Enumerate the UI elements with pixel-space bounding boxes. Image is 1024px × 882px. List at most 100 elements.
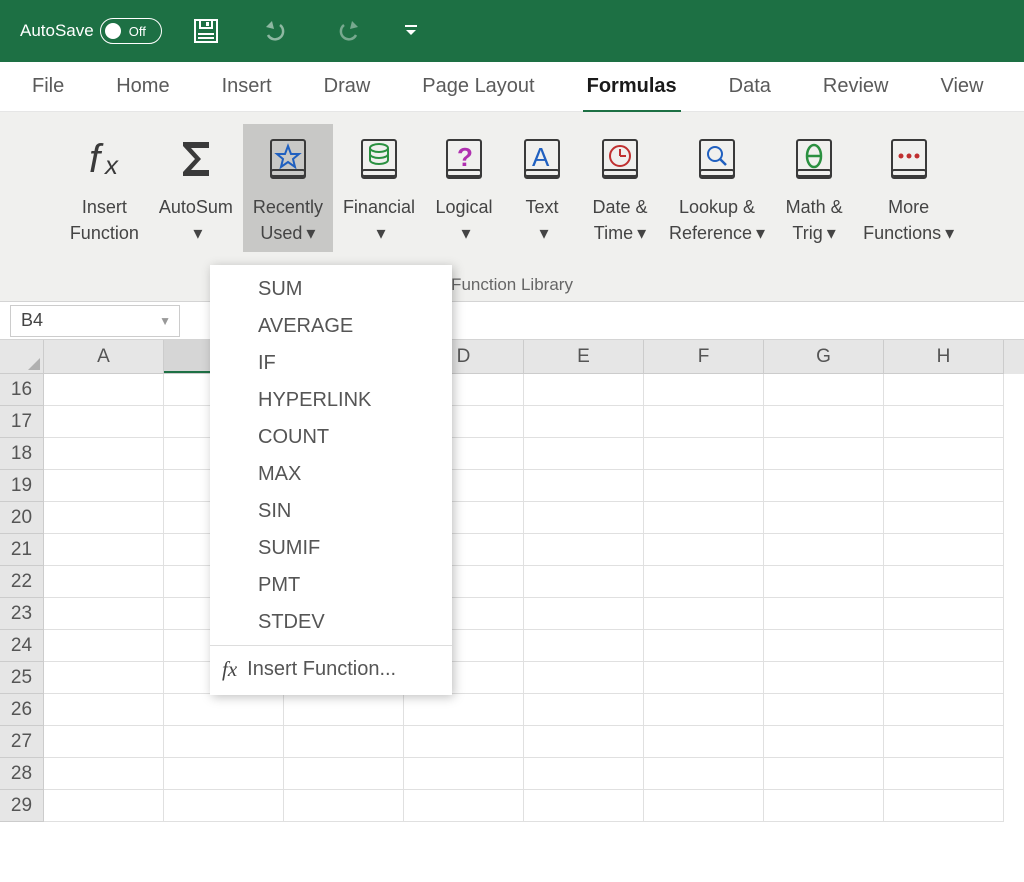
cell[interactable] xyxy=(644,534,764,566)
cell[interactable] xyxy=(884,630,1004,662)
cell[interactable] xyxy=(764,438,884,470)
cell[interactable] xyxy=(44,470,164,502)
cell[interactable] xyxy=(644,790,764,822)
tab-file[interactable]: File xyxy=(28,67,68,106)
cell[interactable] xyxy=(524,534,644,566)
cell[interactable] xyxy=(404,694,524,726)
cell[interactable] xyxy=(44,502,164,534)
row-header[interactable]: 18 xyxy=(0,438,44,470)
cell[interactable] xyxy=(524,438,644,470)
cell[interactable] xyxy=(764,758,884,790)
tab-page-layout[interactable]: Page Layout xyxy=(418,67,538,106)
row-header[interactable]: 28 xyxy=(0,758,44,790)
cell[interactable] xyxy=(44,662,164,694)
cell[interactable] xyxy=(644,470,764,502)
cell[interactable] xyxy=(44,630,164,662)
cell[interactable] xyxy=(44,566,164,598)
cell[interactable] xyxy=(44,374,164,406)
cell[interactable] xyxy=(524,758,644,790)
date-time-button[interactable]: Date &Time▾ xyxy=(581,124,659,252)
cell[interactable] xyxy=(884,726,1004,758)
tab-review[interactable]: Review xyxy=(819,67,893,106)
autosave-toggle[interactable]: AutoSave Off xyxy=(20,18,162,44)
cell[interactable] xyxy=(644,502,764,534)
cell[interactable] xyxy=(884,438,1004,470)
text-button[interactable]: A Text▾ xyxy=(503,124,581,252)
cell[interactable] xyxy=(284,790,404,822)
cell[interactable] xyxy=(764,726,884,758)
row-header[interactable]: 21 xyxy=(0,534,44,566)
row-header[interactable]: 19 xyxy=(0,470,44,502)
cell[interactable] xyxy=(164,694,284,726)
cell[interactable] xyxy=(884,534,1004,566)
cell[interactable] xyxy=(644,694,764,726)
cell[interactable] xyxy=(284,694,404,726)
cell[interactable] xyxy=(44,758,164,790)
cell[interactable] xyxy=(524,470,644,502)
cell[interactable] xyxy=(644,758,764,790)
cell[interactable] xyxy=(524,598,644,630)
column-header[interactable]: E xyxy=(524,340,644,374)
lookup-reference-button[interactable]: Lookup &Reference▾ xyxy=(659,124,775,252)
tab-data[interactable]: Data xyxy=(725,67,775,106)
chevron-down-icon[interactable]: ▼ xyxy=(159,314,171,328)
cell[interactable] xyxy=(644,598,764,630)
cell[interactable] xyxy=(524,566,644,598)
cell[interactable] xyxy=(884,662,1004,694)
cell[interactable] xyxy=(44,726,164,758)
financial-button[interactable]: Financial▾ xyxy=(333,124,425,252)
cell[interactable] xyxy=(524,790,644,822)
row-header[interactable]: 17 xyxy=(0,406,44,438)
tab-view[interactable]: View xyxy=(936,67,987,106)
dropdown-item[interactable]: PMT xyxy=(210,567,452,604)
cell[interactable] xyxy=(644,726,764,758)
cell[interactable] xyxy=(764,566,884,598)
cell[interactable] xyxy=(524,662,644,694)
toggle-switch[interactable]: Off xyxy=(100,18,162,44)
cell[interactable] xyxy=(644,438,764,470)
math-trig-button[interactable]: Math &Trig▾ xyxy=(775,124,853,252)
row-header[interactable]: 23 xyxy=(0,598,44,630)
tab-formulas[interactable]: Formulas xyxy=(583,67,681,106)
cell[interactable] xyxy=(764,374,884,406)
column-header[interactable]: F xyxy=(644,340,764,374)
tab-insert[interactable]: Insert xyxy=(218,67,276,106)
cell[interactable] xyxy=(764,406,884,438)
dropdown-item[interactable]: SUMIF xyxy=(210,530,452,567)
cell[interactable] xyxy=(884,790,1004,822)
cell[interactable] xyxy=(44,790,164,822)
name-box[interactable]: B4 ▼ xyxy=(10,305,180,337)
cell[interactable] xyxy=(884,470,1004,502)
cell[interactable] xyxy=(884,374,1004,406)
cell[interactable] xyxy=(44,694,164,726)
cell[interactable] xyxy=(764,662,884,694)
cell[interactable] xyxy=(284,758,404,790)
save-icon[interactable] xyxy=(192,17,220,45)
more-functions-button[interactable]: MoreFunctions▾ xyxy=(853,124,964,252)
cell[interactable] xyxy=(524,726,644,758)
cell[interactable] xyxy=(284,726,404,758)
row-header[interactable]: 27 xyxy=(0,726,44,758)
cell[interactable] xyxy=(764,502,884,534)
tab-home[interactable]: Home xyxy=(112,67,173,106)
dropdown-item[interactable]: SIN xyxy=(210,493,452,530)
dropdown-item[interactable]: MAX xyxy=(210,456,452,493)
row-header[interactable]: 22 xyxy=(0,566,44,598)
dropdown-item[interactable]: AVERAGE xyxy=(210,308,452,345)
cell[interactable] xyxy=(884,598,1004,630)
dropdown-item[interactable]: IF xyxy=(210,345,452,382)
cell[interactable] xyxy=(884,406,1004,438)
cell[interactable] xyxy=(164,726,284,758)
column-header[interactable]: A xyxy=(44,340,164,374)
cell[interactable] xyxy=(644,406,764,438)
cell[interactable] xyxy=(884,502,1004,534)
cell[interactable] xyxy=(764,790,884,822)
qat-dropdown-icon[interactable] xyxy=(404,24,418,38)
redo-icon[interactable] xyxy=(332,19,364,43)
logical-button[interactable]: ? Logical▾ xyxy=(425,124,503,252)
cell[interactable] xyxy=(524,694,644,726)
cell[interactable] xyxy=(524,406,644,438)
cell[interactable] xyxy=(404,726,524,758)
cell[interactable] xyxy=(884,758,1004,790)
dropdown-insert-function[interactable]: fx Insert Function... xyxy=(210,650,452,689)
